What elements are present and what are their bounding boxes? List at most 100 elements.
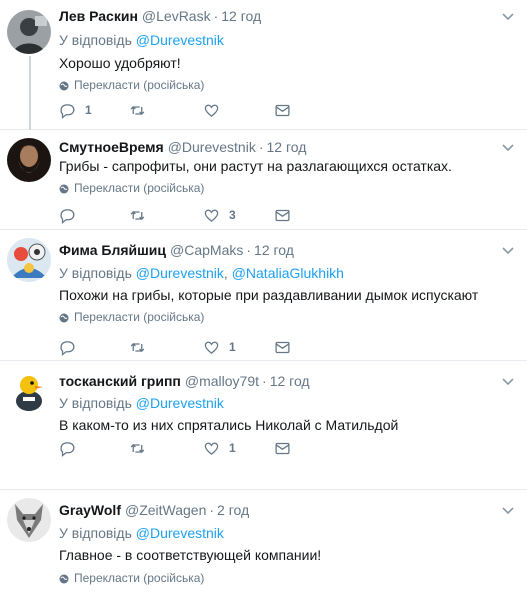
tweet-text: В каком-то из них спрятались Николай с М… [59,417,399,433]
tweet-header: Фима Бляйшиц @CapMaks · 12 год [59,242,294,258]
chevron-down-icon[interactable] [501,9,515,23]
reply-button[interactable] [59,338,85,356]
translate-label: Перекласти (російська) [74,571,205,585]
direct-message-button[interactable] [274,338,291,356]
retweet-button[interactable] [129,338,155,356]
user-handle[interactable]: @LevRask [142,8,211,24]
tweet-header: GrayWolf @ZeitWagen · 2 год [59,502,250,518]
mention-link[interactable]: @Durevestnik [136,525,224,541]
reply-prefix: У відповідь [59,525,132,541]
tweet-text: Грибы - сапрофиты, они растут на разлага… [59,158,452,174]
translate-label: Перекласти (російська) [74,181,205,195]
globe-icon [59,313,69,322]
timestamp[interactable]: 12 год [221,8,261,24]
avatar[interactable] [7,498,51,542]
reply-to-line: У відповідь @Durevestnik, @NataliaGlukhi… [59,265,344,281]
reply-icon [60,441,75,457]
tweet-header: Лев Раскин @LevRask · 12 год [59,8,262,24]
translate-link[interactable]: Перекласти (російська) [59,571,204,586]
tweet-text: Главное - в соответствующей компании! [59,547,322,563]
display-name[interactable]: СмутноеВремя [59,139,164,155]
mention-link[interactable]: @NataliaGlukhikh [232,265,344,281]
globe-icon [59,81,69,90]
reply-button[interactable]: 1 [59,101,92,119]
timestamp[interactable]: 12 год [267,139,307,155]
chevron-down-icon[interactable] [501,140,515,154]
display-name[interactable]: тосканский грипп [59,373,181,389]
chevron-down-icon[interactable] [501,243,515,257]
direct-message-button[interactable] [274,101,291,119]
user-handle[interactable]: @Durevestnik [168,139,256,155]
tweet[interactable]: Лев Раскин @LevRask · 12 год У відповідь @D… [0,0,527,130]
retweet-button[interactable] [129,206,155,224]
bearded-man-avatar-icon [7,138,51,182]
gray-photo-avatar-icon [7,10,51,54]
reply-count: 1 [85,103,92,117]
display-name[interactable]: Фима Бляйшиц [59,242,166,258]
globe-icon [59,574,69,583]
avatar[interactable] [7,10,51,54]
envelope-icon [275,341,290,353]
heart-icon [204,104,219,117]
direct-message-button[interactable] [274,206,291,224]
reply-prefix: У відповідь [59,265,132,281]
tweet[interactable]: тосканский грипп @malloy79t · 12 год У відп… [0,361,527,490]
heart-icon [204,341,219,354]
retweet-icon [130,105,145,115]
reply-to-line: У відповідь @Durevestnik [59,31,224,49]
translate-label: Перекласти (російська) [74,78,205,92]
mention-link[interactable]: @Durevestnik [136,265,224,281]
tweet-text: Хорошо удобряют! [59,55,181,71]
reply-button[interactable] [59,439,85,457]
chevron-down-icon[interactable] [501,503,515,517]
retweet-icon [130,443,145,453]
timestamp[interactable]: 2 год [217,502,249,518]
duck-avatar-icon [7,369,51,413]
user-handle[interactable]: @malloy79t [185,373,259,389]
user-handle[interactable]: @ZeitWagen [125,502,206,518]
display-name[interactable]: GrayWolf [59,502,121,518]
reply-prefix: У відповідь [59,395,132,411]
mention-link[interactable]: @Durevestnik [136,395,224,411]
timestamp[interactable]: 12 год [270,373,310,389]
like-button[interactable]: 1 [203,439,236,457]
like-button[interactable]: 1 [203,338,236,356]
avatar[interactable] [7,369,51,413]
tweet-actions: 3 [59,206,319,224]
avatar[interactable] [7,238,51,282]
like-count: 1 [229,441,236,455]
chevron-down-icon[interactable] [501,374,515,388]
tweet-text: Похожи на грибы, которые при раздавливан… [59,287,479,303]
tweet-header: тосканский грипп @malloy79t · 12 год [59,373,310,389]
retweet-button[interactable] [129,439,155,457]
timestamp[interactable]: 12 год [254,242,294,258]
reply-prefix: У відповідь [59,32,132,48]
envelope-icon [275,442,290,454]
user-handle[interactable]: @CapMaks [170,242,243,258]
translate-link[interactable]: Перекласти (російська) [59,310,204,325]
reply-button[interactable] [59,206,85,224]
reply-icon [60,340,75,356]
retweet-button[interactable] [129,101,155,119]
mention-link[interactable]: @Durevestnik [136,32,224,48]
retweet-icon [130,342,145,352]
like-button[interactable]: 3 [203,206,236,224]
like-count: 3 [229,208,236,222]
translate-link[interactable]: Перекласти (російська) [59,78,204,93]
tweet[interactable]: GrayWolf @ZeitWagen · 2 год У відповідь @Du… [0,490,527,596]
envelope-icon [275,104,290,116]
thread-line [29,56,31,130]
retweet-icon [130,210,145,220]
tweet-actions: 1 [59,101,319,119]
heart-icon [204,209,219,222]
globe-icon [59,184,69,193]
like-button[interactable] [203,101,229,119]
translate-link[interactable]: Перекласти (російська) [59,181,204,196]
cartoon-avatar-icon [7,238,51,282]
avatar[interactable] [7,138,51,182]
tweet[interactable]: СмутноеВремя @Durevestnik · 12 год Грибы - … [0,130,527,230]
heart-icon [204,442,219,455]
direct-message-button[interactable] [274,439,291,457]
tweet[interactable]: Фима Бляйшиц @CapMaks · 12 год У відповідь … [0,230,527,361]
display-name[interactable]: Лев Раскин [59,8,138,24]
